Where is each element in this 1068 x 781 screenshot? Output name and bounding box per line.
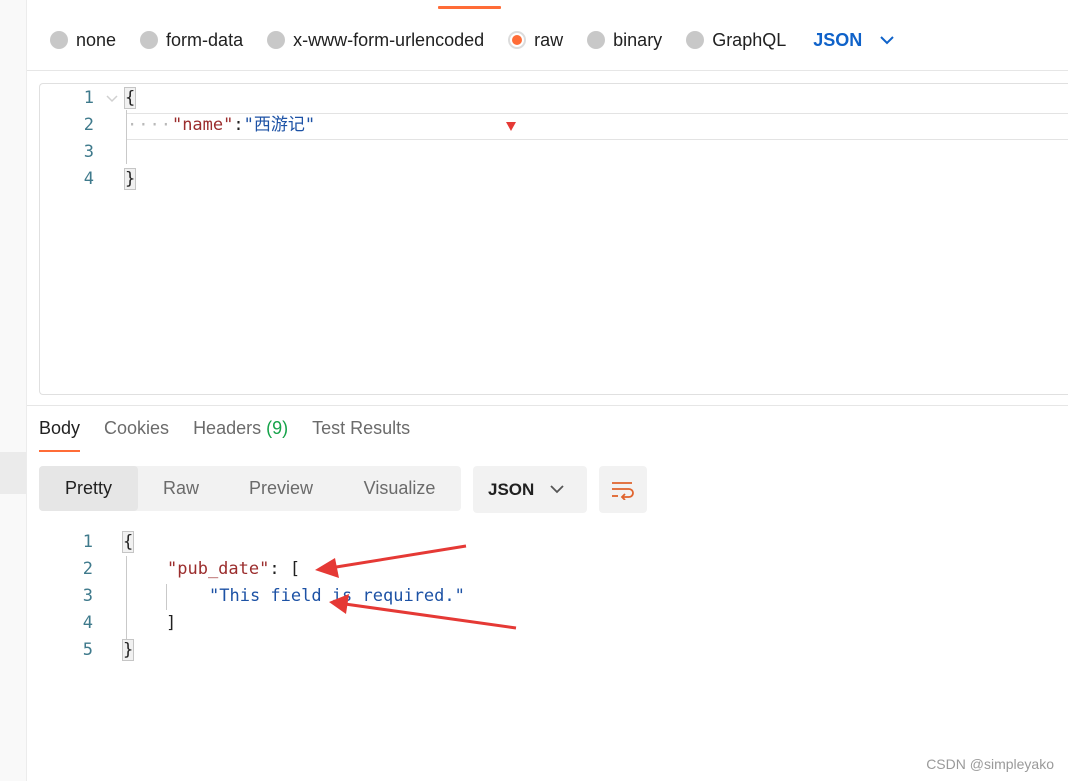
line-number: 3 bbox=[82, 586, 93, 606]
line-number: 1 bbox=[83, 88, 94, 108]
watermark: CSDN @simpleyako bbox=[926, 756, 1054, 772]
left-sidebar-strip bbox=[0, 0, 27, 781]
mode-binary[interactable]: binary bbox=[587, 30, 662, 51]
radio-icon bbox=[587, 31, 606, 49]
indent-guide bbox=[166, 584, 167, 610]
mode-graphql[interactable]: GraphQL bbox=[686, 30, 786, 51]
view-mode-selector: Pretty Raw Preview Visualize bbox=[39, 466, 461, 511]
close-brace: } bbox=[121, 639, 135, 661]
line-number: 2 bbox=[83, 115, 94, 135]
active-tab-indicator bbox=[438, 6, 501, 9]
radio-icon bbox=[686, 31, 705, 49]
code-line: { bbox=[123, 85, 137, 112]
radio-icon bbox=[267, 31, 286, 49]
json-value: "西游记" bbox=[243, 115, 316, 135]
tab-cookies[interactable]: Cookies bbox=[104, 416, 169, 452]
divider bbox=[27, 405, 1068, 406]
mode-form-data[interactable]: form-data bbox=[140, 30, 243, 51]
open-brace: { bbox=[121, 531, 135, 553]
tab-headers[interactable]: Headers (9) bbox=[193, 416, 288, 452]
wrap-lines-button[interactable] bbox=[599, 466, 647, 513]
indent-guide bbox=[126, 556, 127, 646]
json-punctuation: : [ bbox=[269, 559, 301, 579]
mode-raw[interactable]: raw bbox=[508, 30, 563, 51]
body-language-label: JSON bbox=[813, 29, 863, 50]
view-visualize-button[interactable]: Visualize bbox=[338, 466, 461, 511]
code-line: "pub_date": [ bbox=[167, 556, 300, 583]
wrap-lines-icon bbox=[612, 481, 634, 500]
fold-chevron-icon[interactable] bbox=[106, 95, 118, 103]
mode-urlencoded[interactable]: x-www-form-urlencoded bbox=[267, 30, 484, 51]
divider bbox=[27, 70, 1068, 71]
response-tabs: Body Cookies Headers (9) Test Results bbox=[39, 416, 434, 452]
error-message: "This field is required." bbox=[209, 586, 465, 606]
json-key: "pub_date" bbox=[167, 559, 270, 579]
mode-label: raw bbox=[534, 29, 564, 50]
mode-label: GraphQL bbox=[712, 29, 787, 50]
line-number: 4 bbox=[82, 613, 93, 633]
close-brace: } bbox=[123, 168, 137, 190]
view-raw-button[interactable]: Raw bbox=[138, 466, 224, 511]
tab-label: Body bbox=[39, 418, 81, 438]
mode-none[interactable]: none bbox=[50, 30, 116, 51]
code-line: "This field is required." bbox=[209, 583, 465, 610]
code-line: ] bbox=[166, 610, 176, 637]
tab-label: Cookies bbox=[104, 418, 170, 438]
radio-icon bbox=[140, 31, 159, 49]
line-number: 1 bbox=[82, 532, 93, 552]
close-bracket: ] bbox=[166, 613, 177, 633]
code-line: { bbox=[121, 529, 135, 556]
chevron-down-icon bbox=[550, 485, 564, 494]
headers-count-badge: (9) bbox=[266, 418, 289, 438]
line-number: 2 bbox=[82, 559, 93, 579]
code-line: ····"name":"西游记" bbox=[127, 112, 315, 139]
tab-test-results[interactable]: Test Results bbox=[312, 416, 410, 452]
line-number: 4 bbox=[83, 169, 94, 189]
open-brace: { bbox=[123, 87, 137, 109]
response-language-label: JSON bbox=[488, 479, 535, 499]
json-key: "name" bbox=[171, 115, 234, 135]
tab-label: Headers bbox=[193, 418, 262, 438]
error-marker-icon bbox=[506, 122, 516, 131]
line-number: 5 bbox=[82, 640, 93, 660]
tab-label: Test Results bbox=[312, 418, 411, 438]
indent-dots: ···· bbox=[127, 115, 172, 135]
mode-label: form-data bbox=[166, 29, 244, 50]
body-mode-selector: none form-data x-www-form-urlencoded raw… bbox=[50, 24, 894, 56]
line-number: 3 bbox=[83, 142, 94, 162]
annotation-arrow bbox=[315, 544, 467, 578]
mode-label: none bbox=[76, 29, 117, 50]
radio-icon bbox=[50, 31, 68, 49]
json-colon: : bbox=[233, 115, 244, 135]
chevron-down-icon bbox=[880, 35, 894, 44]
code-line: } bbox=[121, 637, 135, 664]
left-sidebar-highlight bbox=[0, 452, 26, 494]
radio-checked-icon bbox=[508, 31, 527, 49]
body-language-dropdown[interactable]: JSON bbox=[813, 30, 894, 51]
mode-label: binary bbox=[613, 29, 663, 50]
response-language-dropdown[interactable]: JSON bbox=[473, 466, 587, 513]
view-preview-button[interactable]: Preview bbox=[224, 466, 338, 511]
tab-body[interactable]: Body bbox=[39, 416, 81, 452]
mode-label: x-www-form-urlencoded bbox=[293, 29, 485, 50]
code-line: } bbox=[123, 166, 137, 193]
view-pretty-button[interactable]: Pretty bbox=[39, 466, 138, 511]
